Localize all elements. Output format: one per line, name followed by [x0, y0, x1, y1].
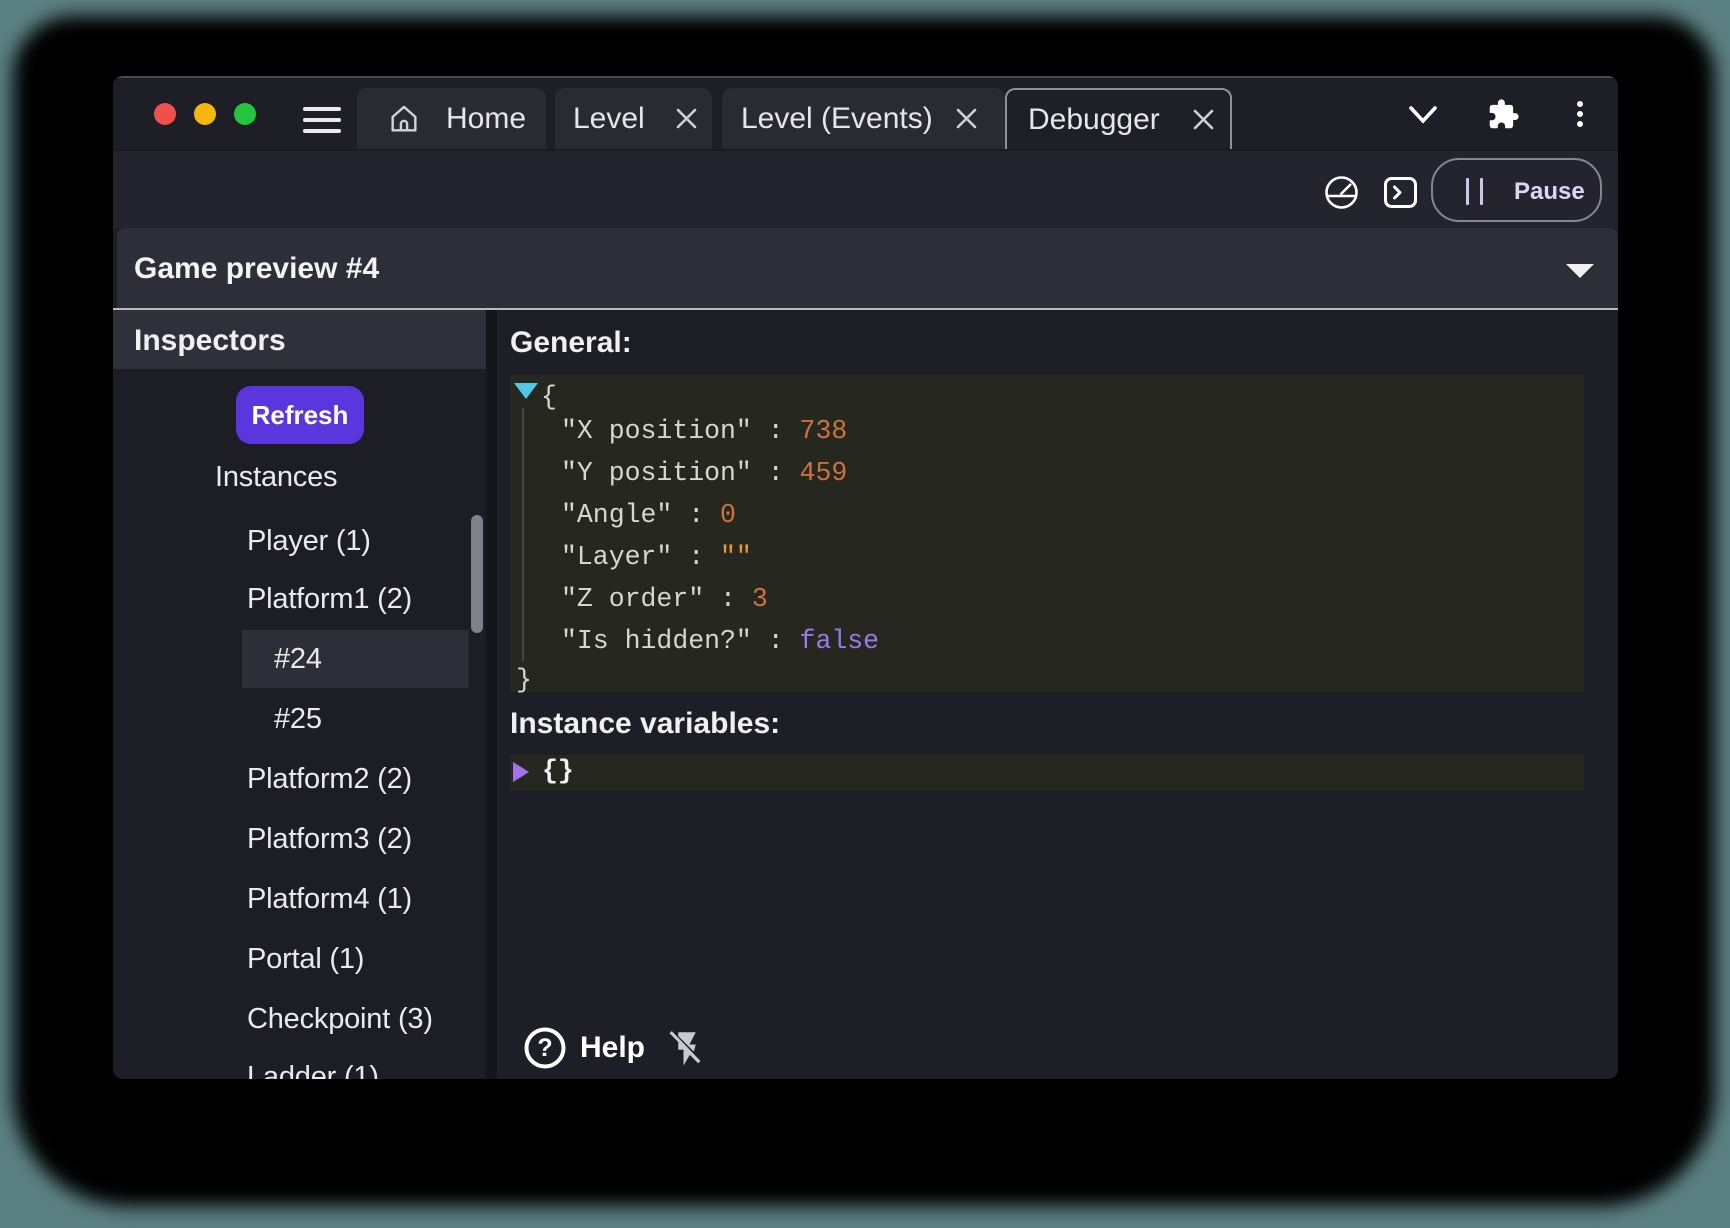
svg-text:?: ?: [537, 1034, 552, 1062]
